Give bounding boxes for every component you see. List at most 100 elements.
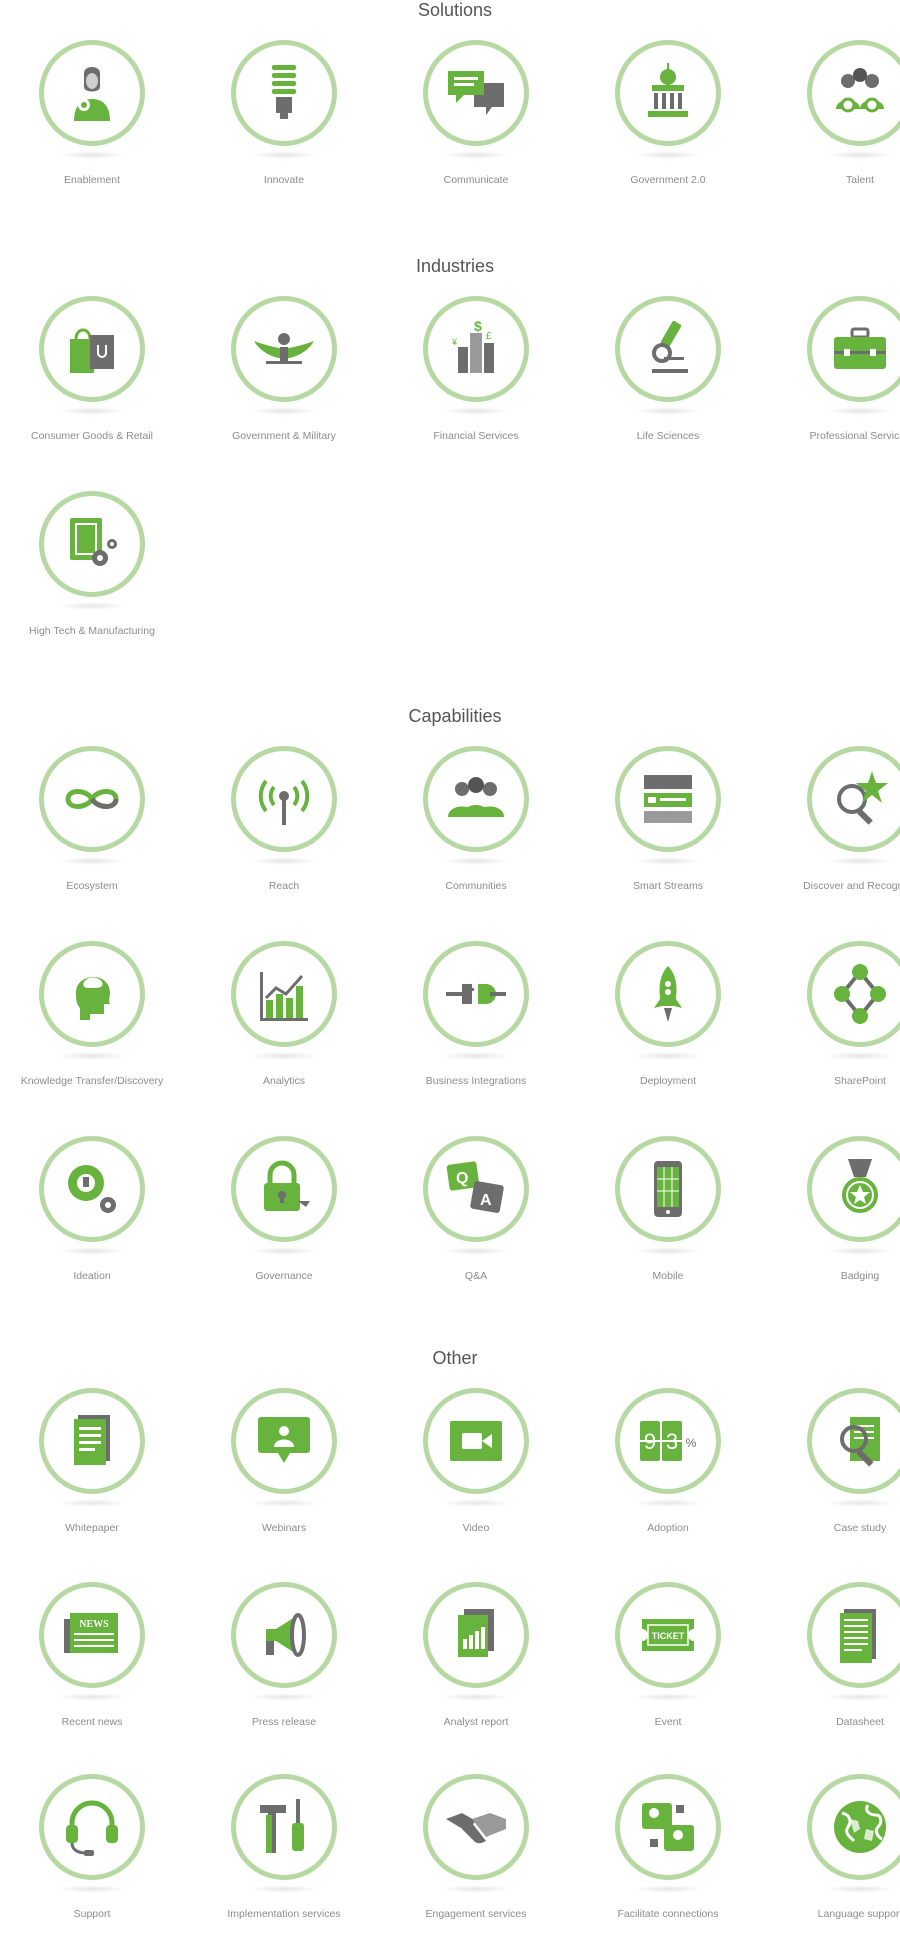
tile-people-group[interactable]: Communities bbox=[384, 746, 564, 916]
icon-ring bbox=[39, 1388, 145, 1494]
tile-team-awards[interactable]: Talent bbox=[768, 40, 900, 210]
tile-plug[interactable]: Business Integrations bbox=[384, 941, 564, 1111]
video-camera-icon bbox=[450, 1421, 502, 1461]
icon-ring bbox=[807, 296, 900, 402]
document-magnifier-icon bbox=[840, 1417, 880, 1467]
icon-ring bbox=[423, 1774, 529, 1880]
tile-label: Reach bbox=[268, 880, 300, 892]
ring-shadow bbox=[57, 857, 127, 865]
newspaper-icon: NEWS bbox=[64, 1613, 118, 1653]
tile-headset[interactable]: Support bbox=[0, 1774, 180, 1944]
tile-label: Facilitate connections bbox=[617, 1908, 719, 1920]
tile-microscope[interactable]: Life Sciences bbox=[576, 296, 756, 466]
ring-shadow bbox=[249, 1247, 319, 1255]
tile-label: Knowledge Transfer/Discovery bbox=[20, 1075, 164, 1087]
tile-qa-bubbles[interactable]: QA Q&A bbox=[384, 1136, 564, 1306]
icon-ring bbox=[423, 941, 529, 1047]
gear-bulb-icon bbox=[68, 1165, 116, 1213]
tile-presenter[interactable]: Webinars bbox=[192, 1388, 372, 1558]
adoption-percent: % bbox=[686, 1436, 697, 1450]
ring-shadow bbox=[633, 857, 703, 865]
tile-label: Financial Services bbox=[433, 430, 519, 442]
tile-chat-bubbles[interactable]: Communicate bbox=[384, 40, 564, 210]
tile-padlock[interactable]: Governance bbox=[192, 1136, 372, 1306]
head-brain-icon bbox=[76, 976, 110, 1020]
tile-label: High Tech & Manufacturing bbox=[29, 625, 155, 637]
icon-ring bbox=[615, 1774, 721, 1880]
rocket-icon bbox=[654, 966, 682, 1022]
medal-icon bbox=[842, 1159, 878, 1213]
icon-ring bbox=[807, 941, 900, 1047]
ring-shadow bbox=[57, 602, 127, 610]
ring-shadow bbox=[249, 1693, 319, 1701]
tile-stream-cards[interactable]: Smart Streams bbox=[576, 746, 756, 916]
tile-rocket[interactable]: Deployment bbox=[576, 941, 756, 1111]
tile-bar-chart[interactable]: Analytics bbox=[192, 941, 372, 1111]
tile-lightbulb[interactable]: Innovate bbox=[192, 40, 372, 210]
icon-ring bbox=[39, 941, 145, 1047]
tile-medal[interactable]: Badging bbox=[768, 1136, 900, 1306]
tile-label: Talent bbox=[845, 174, 875, 186]
tile-document-magnifier[interactable]: Case study bbox=[768, 1388, 900, 1558]
icon-ring bbox=[39, 1774, 145, 1880]
ring-shadow bbox=[441, 1499, 511, 1507]
tile-currency-buildings[interactable]: $ £ ¥ Financial Services bbox=[384, 296, 564, 466]
tile-ticket[interactable]: TICKET Event bbox=[576, 1582, 756, 1752]
currency-buildings-icon: $ £ ¥ bbox=[451, 318, 494, 373]
tile-label: Enablement bbox=[63, 174, 121, 186]
tile-label: Communicate bbox=[443, 174, 509, 186]
icon-ring bbox=[807, 1774, 900, 1880]
tile-video-camera[interactable]: Video bbox=[384, 1388, 564, 1558]
tile-infinity[interactable]: Ecosystem bbox=[0, 746, 180, 916]
news-masthead: NEWS bbox=[79, 1619, 109, 1630]
handshake-icon bbox=[446, 1813, 506, 1844]
tile-head-brain[interactable]: Knowledge Transfer/Discovery bbox=[0, 941, 180, 1111]
megaphone-icon bbox=[266, 1613, 306, 1657]
tile-label: Language support bbox=[817, 1908, 900, 1920]
ring-shadow bbox=[633, 1052, 703, 1060]
tile-label: Datasheet bbox=[836, 1716, 884, 1728]
tile-person-badge[interactable]: Enablement bbox=[0, 40, 180, 210]
tile-megaphone[interactable]: Press release bbox=[192, 1582, 372, 1752]
infinity-icon bbox=[65, 789, 119, 809]
tile-document[interactable]: Whitepaper bbox=[0, 1388, 180, 1558]
tile-chip-gears[interactable]: High Tech & Manufacturing bbox=[0, 491, 180, 661]
tile-shopping-bags[interactable]: Consumer Goods & Retail bbox=[0, 296, 180, 466]
tile-label: Adoption bbox=[647, 1522, 689, 1534]
tile-smartphone[interactable]: Mobile bbox=[576, 1136, 756, 1306]
team-awards-icon bbox=[836, 68, 884, 113]
tile-label: Deployment bbox=[639, 1075, 697, 1087]
tile-label: Ecosystem bbox=[66, 880, 118, 892]
tile-datasheet[interactable]: Datasheet bbox=[768, 1582, 900, 1752]
icon-ring: TICKET bbox=[615, 1582, 721, 1688]
tile-capitol[interactable]: Government 2.0 bbox=[576, 40, 756, 210]
chip-gears-icon bbox=[70, 518, 117, 566]
ring-shadow bbox=[57, 1499, 127, 1507]
stream-cards-icon bbox=[644, 775, 692, 823]
tile-gear-bulb[interactable]: Ideation bbox=[0, 1136, 180, 1306]
tile-label: Q&A bbox=[464, 1270, 488, 1282]
ring-shadow bbox=[633, 1247, 703, 1255]
icon-ring: 9 3 % bbox=[615, 1388, 721, 1494]
tile-handshake[interactable]: Engagement services bbox=[384, 1774, 564, 1944]
tile-network-nodes[interactable]: SharePoint bbox=[768, 941, 900, 1111]
tile-label: Implementation services bbox=[227, 1908, 341, 1920]
tile-report-chart[interactable]: Analyst report bbox=[384, 1582, 564, 1752]
tile-label: Whitepaper bbox=[65, 1522, 119, 1534]
tile-magnifier-star[interactable]: Discover and Recognize bbox=[768, 746, 900, 916]
svg-text:Q: Q bbox=[456, 1170, 468, 1187]
tools-icon bbox=[260, 1799, 304, 1853]
connections-icon bbox=[642, 1803, 694, 1851]
tile-eagle[interactable]: Government & Military bbox=[192, 296, 372, 466]
tile-tools[interactable]: Implementation services bbox=[192, 1774, 372, 1944]
tile-percent-counter[interactable]: 9 3 % Adoption bbox=[576, 1388, 756, 1558]
tile-newspaper[interactable]: NEWS Recent news bbox=[0, 1582, 180, 1752]
tile-antenna[interactable]: Reach bbox=[192, 746, 372, 916]
ring-shadow bbox=[633, 1885, 703, 1893]
person-badge-icon bbox=[74, 67, 110, 121]
tile-briefcase[interactable]: Professional Services bbox=[768, 296, 900, 466]
tile-globe[interactable]: Language support bbox=[768, 1774, 900, 1944]
tile-connections[interactable]: Facilitate connections bbox=[576, 1774, 756, 1944]
section-title-capabilities: Capabilities bbox=[408, 706, 502, 726]
ring-shadow bbox=[633, 1693, 703, 1701]
